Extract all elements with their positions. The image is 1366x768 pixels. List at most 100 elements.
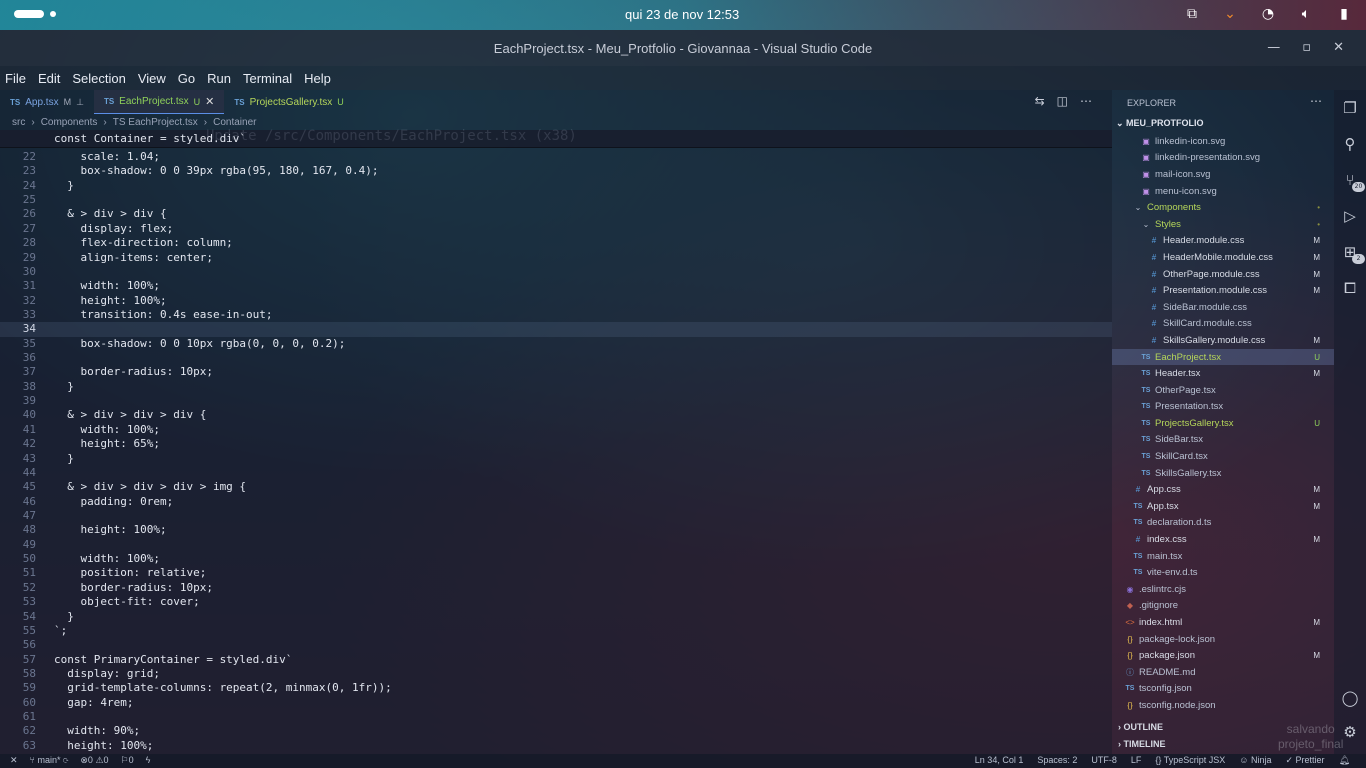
file-item[interactable]: TS main.tsx	[1112, 548, 1334, 565]
code-line[interactable]: 56	[0, 638, 1112, 652]
breadcrumb-item[interactable]: Container	[213, 117, 256, 128]
chevron-down-icon[interactable]: ⌄	[1222, 6, 1238, 22]
code-line[interactable]: 49	[0, 538, 1112, 552]
file-item[interactable]: # index.css M	[1112, 531, 1334, 548]
timeline-section[interactable]: › TIMELINE	[1118, 739, 1166, 749]
prettier-status[interactable]: ✓ Prettier	[1286, 755, 1325, 766]
code-line[interactable]: 34	[0, 322, 1112, 337]
encoding[interactable]: UTF-8	[1091, 755, 1117, 766]
file-item[interactable]: # SkillCard.module.css	[1112, 316, 1334, 333]
file-item[interactable]: # Header.module.css M	[1112, 233, 1334, 250]
puzzle-icon[interactable]: ⧉	[1184, 6, 1200, 22]
tab-app-tsx[interactable]: TS App.tsx M ⊥	[0, 90, 94, 114]
file-item[interactable]: TS Header.tsx M	[1112, 365, 1334, 382]
account-icon[interactable]: ◯	[1340, 688, 1360, 708]
code-editor[interactable]: 22 scale: 1.04; 23 box-shadow: 0 0 39px r…	[0, 150, 1112, 753]
code-line[interactable]: 32 height: 100%;	[0, 294, 1112, 308]
file-item[interactable]: # SkillsGallery.module.css M	[1112, 332, 1334, 349]
file-item[interactable]: ▣ menu-icon.svg	[1112, 183, 1334, 200]
menu-go[interactable]: Go	[178, 71, 195, 86]
breadcrumb-item[interactable]: src	[12, 117, 25, 128]
folder-item[interactable]: ⌄ Styles •	[1112, 216, 1334, 233]
file-item[interactable]: ▣ linkedin-presentation.svg	[1112, 150, 1334, 167]
code-line[interactable]: 36	[0, 351, 1112, 365]
folder-item[interactable]: ⌄ Components •	[1112, 199, 1334, 216]
code-line[interactable]: 38 }	[0, 380, 1112, 394]
code-line[interactable]: 27 display: flex;	[0, 222, 1112, 236]
code-line[interactable]: 43 }	[0, 452, 1112, 466]
activities-button[interactable]	[14, 10, 56, 18]
ports-indicator[interactable]: ⚐0	[121, 755, 134, 766]
file-item[interactable]: {} package.json M	[1112, 647, 1334, 664]
code-line[interactable]: 24 }	[0, 179, 1112, 193]
indentation[interactable]: Spaces: 2	[1037, 755, 1077, 766]
file-item[interactable]: TS SkillsGallery.tsx	[1112, 465, 1334, 482]
pin-icon[interactable]: ⊥	[76, 97, 84, 108]
file-item[interactable]: TS OtherPage.tsx	[1112, 382, 1334, 399]
file-item[interactable]: # SideBar.module.css	[1112, 299, 1334, 316]
code-line[interactable]: 46 padding: 0rem;	[0, 495, 1112, 509]
file-item[interactable]: TS SkillCard.tsx	[1112, 448, 1334, 465]
menu-terminal[interactable]: Terminal	[243, 71, 292, 86]
code-line[interactable]: 61	[0, 710, 1112, 724]
file-item[interactable]: # App.css M	[1112, 481, 1334, 498]
file-item[interactable]: TS declaration.d.ts	[1112, 515, 1334, 532]
tab-projectsgallery-tsx[interactable]: TS ProjectsGallery.tsx U	[224, 90, 353, 114]
wifi-icon[interactable]: ◔	[1260, 6, 1276, 22]
code-line[interactable]: 39	[0, 394, 1112, 408]
file-item[interactable]: ◆ .gitignore	[1112, 598, 1334, 615]
bell-icon[interactable]: 🔔︎	[1339, 755, 1350, 766]
file-item[interactable]: # Presentation.module.css M	[1112, 282, 1334, 299]
remote-explorer-icon[interactable]: ⧠	[1340, 278, 1360, 298]
ninja-status[interactable]: ☺ Ninja	[1239, 755, 1271, 766]
code-line[interactable]: 59 grid-template-columns: repeat(2, minm…	[0, 681, 1112, 695]
file-item[interactable]: ◉ .eslintrc.cjs	[1112, 581, 1334, 598]
file-item[interactable]: # OtherPage.module.css M	[1112, 266, 1334, 283]
file-item[interactable]: ▣ mail-icon.svg	[1112, 166, 1334, 183]
code-line[interactable]: 54 }	[0, 610, 1112, 624]
files-icon[interactable]: ❐	[1340, 98, 1360, 118]
breadcrumb-item[interactable]: Components	[41, 117, 98, 128]
lightning-icon[interactable]: ϟ	[146, 755, 151, 766]
search-icon[interactable]: ⚲	[1340, 134, 1360, 154]
menu-edit[interactable]: Edit	[38, 71, 60, 86]
file-item[interactable]: TS tsconfig.json	[1112, 681, 1334, 698]
explorer-root-folder[interactable]: ⌄ MEU_PROTFOLIO	[1116, 118, 1204, 129]
code-line[interactable]: 25	[0, 193, 1112, 207]
remote-indicator-icon[interactable]: ✕	[10, 755, 18, 766]
battery-icon[interactable]: ▮	[1336, 6, 1352, 22]
compare-changes-icon[interactable]: ⇆	[1035, 94, 1045, 108]
code-line[interactable]: 28 flex-direction: column;	[0, 236, 1112, 250]
problems-indicator[interactable]: ⊗0 ⚠0	[80, 755, 108, 766]
code-line[interactable]: 50 width: 100%;	[0, 552, 1112, 566]
menu-view[interactable]: View	[138, 71, 166, 86]
menu-file[interactable]: File	[5, 71, 26, 86]
code-line[interactable]: 55 `;	[0, 624, 1112, 638]
code-line[interactable]: 42 height: 65%;	[0, 437, 1112, 451]
code-line[interactable]: 41 width: 100%;	[0, 423, 1112, 437]
file-item[interactable]: <> index.html M	[1112, 614, 1334, 631]
code-line[interactable]: 51 position: relative;	[0, 566, 1112, 580]
code-line[interactable]: 33 transition: 0.4s ease-in-out;	[0, 308, 1112, 322]
branch-indicator[interactable]: ⑂ main* ⟳	[30, 755, 69, 766]
code-line[interactable]: 30	[0, 265, 1112, 279]
run-debug-icon[interactable]: ▷	[1340, 206, 1360, 226]
code-line[interactable]: 22 scale: 1.04;	[0, 150, 1112, 164]
volume-icon[interactable]: 🔈︎	[1298, 6, 1314, 22]
code-line[interactable]: 26 & > div > div {	[0, 207, 1112, 221]
file-item[interactable]: TS Presentation.tsx	[1112, 399, 1334, 416]
code-line[interactable]: 58 display: grid;	[0, 667, 1112, 681]
language-mode[interactable]: {} TypeScript JSX	[1155, 755, 1225, 766]
code-line[interactable]: 29 align-items: center;	[0, 251, 1112, 265]
close-tab-icon[interactable]: ✕	[205, 95, 214, 108]
code-line[interactable]: 47	[0, 509, 1112, 523]
outline-section[interactable]: › OUTLINE	[1118, 722, 1163, 732]
file-item[interactable]: ⓘ README.md	[1112, 664, 1334, 681]
file-item[interactable]: TS App.tsx M	[1112, 498, 1334, 515]
file-item[interactable]: {} package-lock.json	[1112, 631, 1334, 648]
file-item[interactable]: TS SideBar.tsx	[1112, 432, 1334, 449]
file-item[interactable]: TS ProjectsGallery.tsx U	[1112, 415, 1334, 432]
code-line[interactable]: 63 height: 100%;	[0, 739, 1112, 753]
clock[interactable]: qui 23 de nov 12:53	[625, 7, 739, 22]
end-of-line[interactable]: LF	[1131, 755, 1142, 766]
